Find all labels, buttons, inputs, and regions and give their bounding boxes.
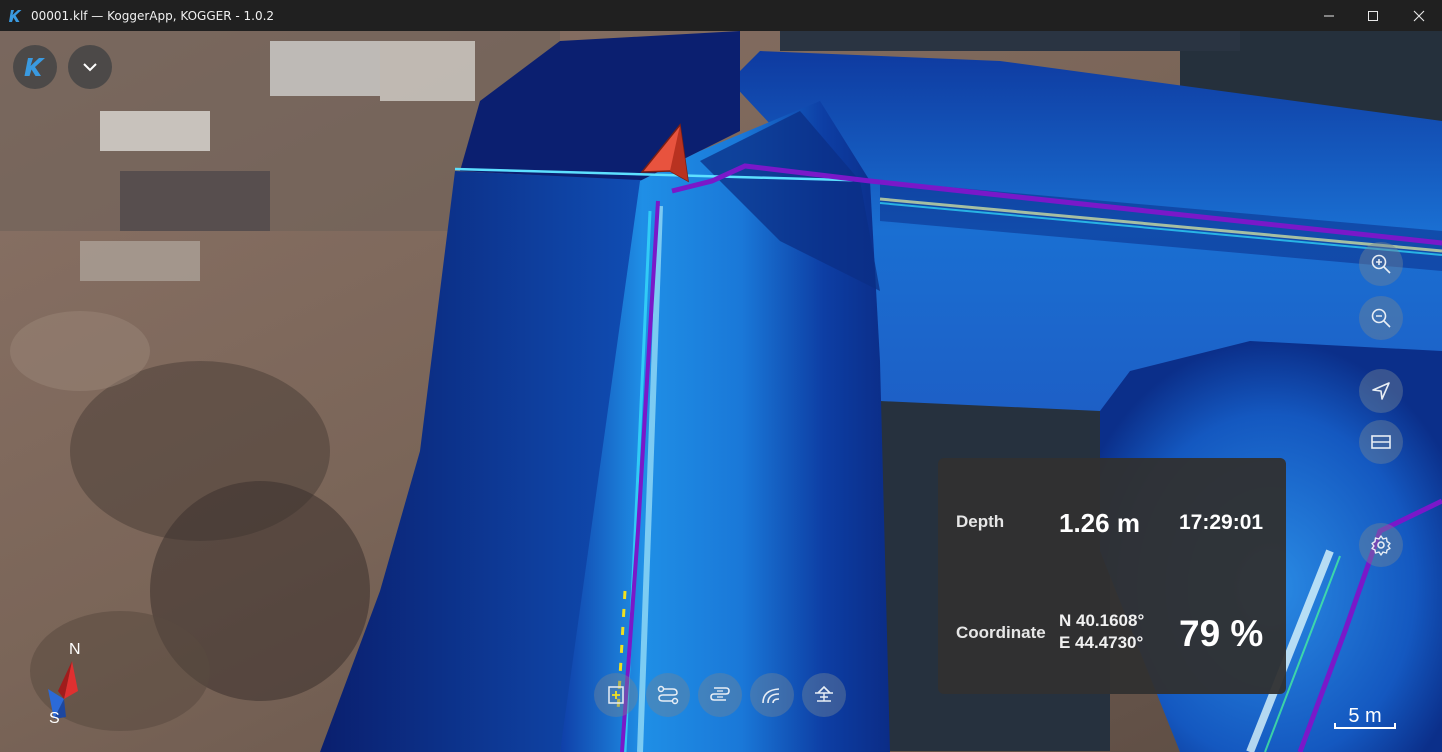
compass[interactable]: N S bbox=[40, 639, 90, 729]
zoom-out-icon bbox=[1371, 308, 1391, 328]
navigate-button[interactable] bbox=[1359, 369, 1403, 413]
boat-icon bbox=[815, 685, 833, 702]
track-icon bbox=[657, 685, 679, 705]
time-value: 17:29:01 bbox=[1179, 511, 1264, 534]
depth-value: 1.26 m bbox=[1059, 508, 1140, 538]
sonar-icon bbox=[762, 688, 780, 704]
title-bar: 00001.klf — KoggerApp, KOGGER - 1.0.2 bbox=[0, 0, 1442, 31]
telemetry-panel: Depth 1.26 m 17:29:01 Coordinate N 40.16… bbox=[938, 458, 1286, 694]
minimize-button[interactable] bbox=[1306, 0, 1352, 31]
zoom-in-button[interactable] bbox=[1359, 242, 1403, 286]
navigate-icon bbox=[1372, 382, 1390, 400]
dropdown-button[interactable] bbox=[68, 45, 112, 89]
scale-bar: 5 m bbox=[1334, 705, 1396, 729]
settings-button[interactable] bbox=[1359, 523, 1403, 567]
maximize-icon bbox=[1368, 10, 1378, 21]
maximize-button[interactable] bbox=[1350, 0, 1396, 31]
depth-label: Depth bbox=[956, 512, 1005, 531]
coordinate-label: Coordinate bbox=[956, 623, 1046, 642]
ruler-button[interactable] bbox=[1359, 420, 1403, 464]
chevron-down-icon bbox=[83, 63, 97, 72]
track-button[interactable] bbox=[646, 673, 690, 717]
add-marker-icon bbox=[608, 686, 624, 704]
minimize-icon bbox=[1324, 15, 1334, 16]
compass-south-label: S bbox=[49, 710, 60, 727]
coordinate-east: E 44.4730° bbox=[1059, 633, 1144, 652]
close-button[interactable] bbox=[1396, 0, 1442, 31]
route-icon bbox=[710, 687, 730, 701]
percent-value: 79 % bbox=[1179, 613, 1264, 654]
settings-icon bbox=[1371, 535, 1391, 556]
kogger-logo-icon bbox=[9, 9, 22, 22]
map-viewport[interactable]: Depth 1.26 m 17:29:01 Coordinate N 40.16… bbox=[0, 31, 1442, 752]
compass-north-label: N bbox=[69, 641, 81, 658]
zoom-out-button[interactable] bbox=[1359, 296, 1403, 340]
zoom-in-icon bbox=[1371, 254, 1391, 274]
window-title: 00001.klf — KoggerApp, KOGGER - 1.0.2 bbox=[31, 8, 275, 23]
route-button[interactable] bbox=[698, 673, 742, 717]
close-icon bbox=[1413, 10, 1425, 21]
sonar-button[interactable] bbox=[750, 673, 794, 717]
add-marker-button[interactable] bbox=[594, 673, 638, 717]
kogger-logo-icon bbox=[24, 58, 45, 76]
boat-button[interactable] bbox=[802, 673, 846, 717]
app-menu-button[interactable] bbox=[13, 45, 57, 89]
scale-ruler bbox=[1334, 723, 1396, 729]
ruler-icon bbox=[1371, 435, 1391, 449]
coordinate-north: N 40.1608° bbox=[1059, 611, 1145, 630]
